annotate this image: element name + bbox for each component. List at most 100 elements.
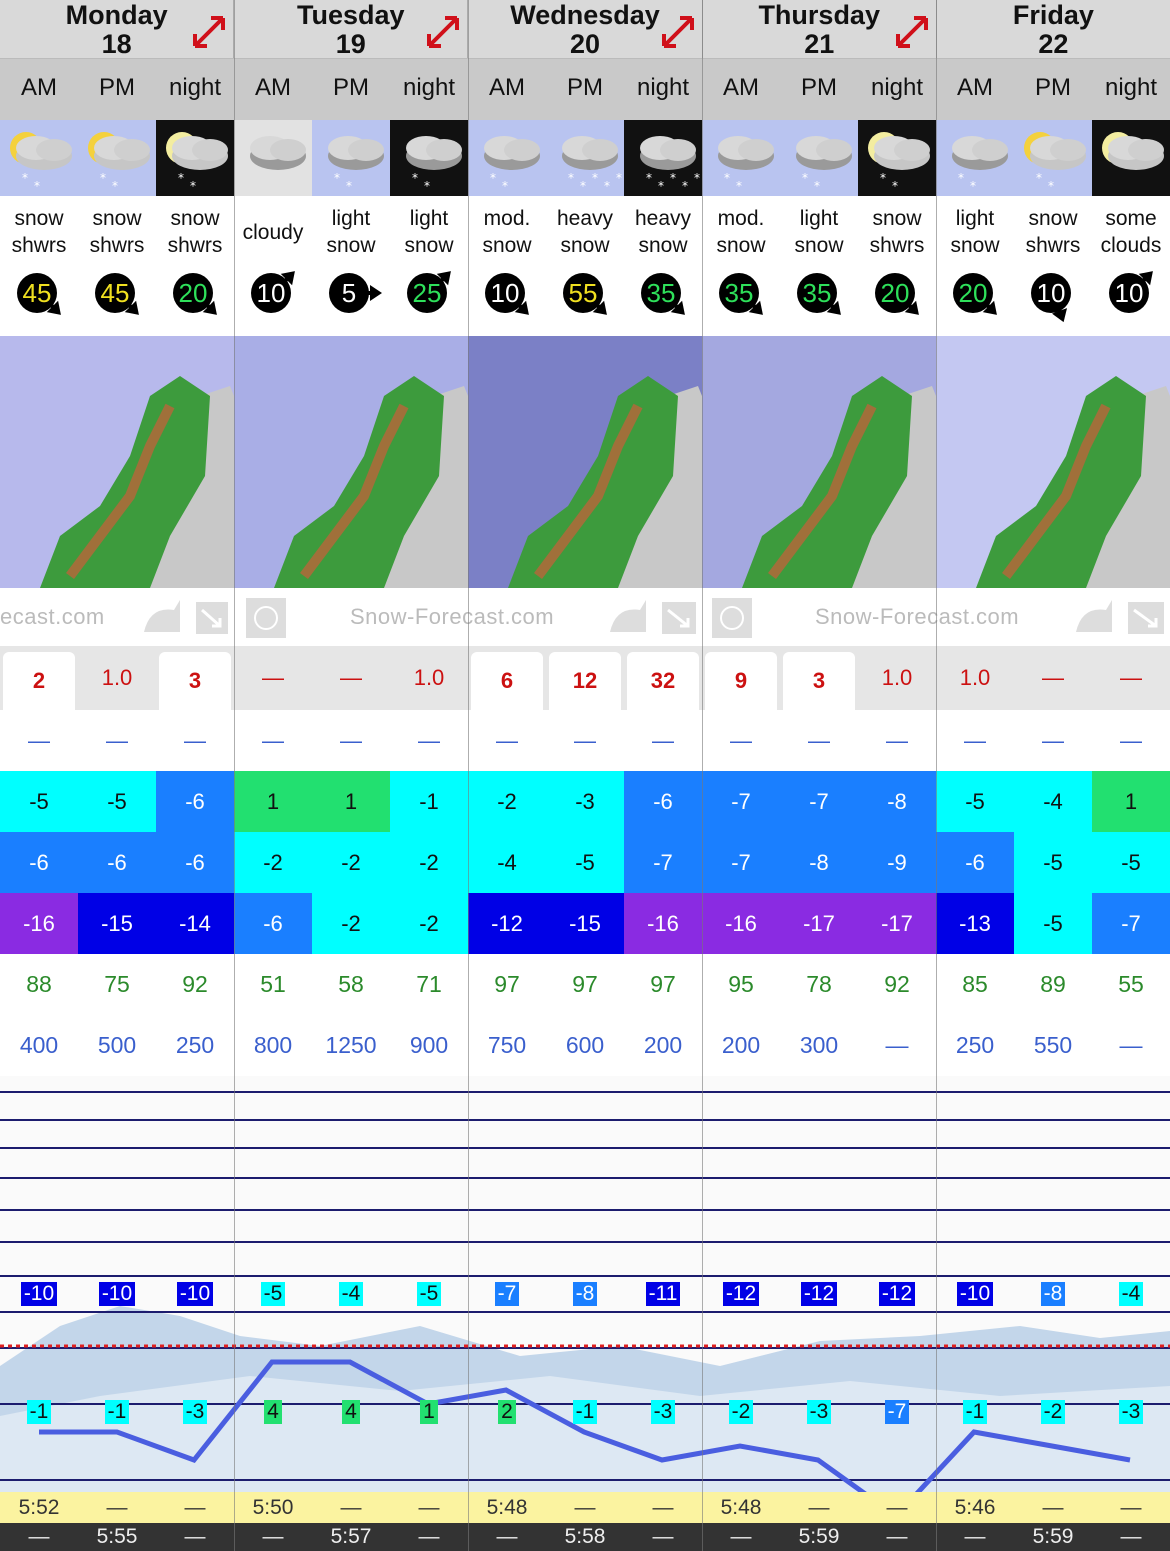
svg-text:*: * <box>190 179 196 193</box>
rain-amount-row: — — — — — — — — — — — — — — — <box>0 710 1170 771</box>
svg-text:*: * <box>346 179 352 193</box>
wind-chill: -13 <box>936 893 1014 954</box>
svg-text:*: * <box>568 171 574 185</box>
weather-description: light snow <box>780 196 858 268</box>
snow-amount: 2 <box>3 652 75 710</box>
freezing-level-value: 600 <box>565 1032 605 1058</box>
sunset-row: — 5:55 — — 5:57 — — 5:58 — — 5:59 — — 5:59 — <box>0 1523 1170 1551</box>
humidity-value: 78 <box>806 971 832 997</box>
svg-text:*: * <box>658 179 664 193</box>
wind-indicator: 45 <box>78 262 156 328</box>
wind-indicator: 10 <box>468 262 546 328</box>
snow-amount: 9 <box>705 652 777 710</box>
period-label: PM <box>333 74 369 101</box>
wind-arrow-icon: 10 <box>1031 273 1071 323</box>
period-label: night <box>636 74 690 101</box>
max-temp: -5 <box>0 771 78 832</box>
freezing-level-value: 800 <box>253 1032 293 1058</box>
upper-temp-tags: -10 -10 -10 -5 -4 -5 -7 -8 -11 -12 -12 -12 -10 -8 -4 <box>0 1282 1170 1310</box>
rain-amount: — <box>184 728 206 753</box>
period-label: night <box>1104 74 1158 101</box>
snow-map[interactable] <box>702 336 936 588</box>
svg-text:*: * <box>502 179 508 193</box>
period-label: PM <box>1035 74 1071 101</box>
min-temp: -7 <box>624 832 702 893</box>
min-temp: -9 <box>858 832 936 893</box>
wind-arrow-icon: 10 <box>485 273 529 315</box>
svg-text:*: * <box>736 179 742 193</box>
svg-text:*: * <box>616 171 622 185</box>
description-line: snow <box>1028 207 1078 230</box>
day-column-separator <box>234 0 235 1551</box>
humidity-value: 58 <box>338 971 364 997</box>
rain-amount: — <box>496 728 518 753</box>
expand-icon[interactable] <box>660 14 696 50</box>
lower-temp-tag: -3 <box>806 1400 832 1424</box>
wind-arrow-icon: 45 <box>17 273 61 315</box>
min-temp: -6 <box>156 832 234 893</box>
upper-temp-tag: -5 <box>260 1282 286 1306</box>
snow-amount: 1.0 <box>959 665 991 690</box>
humidity-value: 88 <box>26 971 52 997</box>
period-label: PM <box>567 74 603 101</box>
lower-temp-tag: -2 <box>1040 1400 1066 1424</box>
weather-description: snow shwrs <box>0 196 78 268</box>
wind-arrow-icon: 35 <box>641 273 685 315</box>
snowflake-icon <box>712 598 752 638</box>
snow-map[interactable] <box>234 336 468 588</box>
lower-temp-tag: -1 <box>104 1400 130 1424</box>
upper-temp-tag: -10 <box>176 1282 214 1306</box>
lower-temp-tag: -7 <box>884 1400 910 1424</box>
day-name: Friday <box>1012 0 1094 30</box>
wind-indicator: 10 <box>1092 262 1170 328</box>
rain-amount: — <box>574 728 596 753</box>
wind-speed: 55 <box>569 278 598 308</box>
min-temp: -5 <box>546 832 624 893</box>
wind-chill: -5 <box>1014 893 1092 954</box>
svg-text:*: * <box>670 171 676 185</box>
upper-temp-cell: -8 <box>546 1282 624 1310</box>
weather-description-text: light snow <box>404 205 453 259</box>
svg-text:*: * <box>682 179 688 193</box>
sunset-time: — <box>28 1525 50 1548</box>
period-label: AM <box>957 74 993 101</box>
snow-map[interactable] <box>468 336 702 588</box>
min-temp: -7 <box>702 832 780 893</box>
freezing-level-value: 550 <box>1033 1032 1073 1058</box>
wind-chill: -16 <box>702 893 780 954</box>
snow-amount: 1.0 <box>101 665 133 690</box>
weather-description-text: light snow <box>326 205 375 259</box>
weather-description: snow shwrs <box>1014 196 1092 268</box>
period-label: night <box>402 74 456 101</box>
cloud-icon <box>1076 600 1164 634</box>
upper-temp-cell: -12 <box>702 1282 780 1310</box>
description-line: shwrs <box>89 234 145 257</box>
freezing-level-value: — <box>1119 1032 1143 1058</box>
freezing-level-value: 300 <box>799 1032 839 1058</box>
weather-description-text: mod. snow <box>482 205 531 259</box>
snow-amount: 32 <box>627 652 699 710</box>
description-line: heavy <box>634 207 692 230</box>
snow-amount: — <box>340 665 362 690</box>
expand-icon[interactable] <box>191 14 227 50</box>
wind-arrow-icon: 35 <box>797 273 841 315</box>
description-line: snow <box>482 234 532 257</box>
snow-map[interactable] <box>0 336 234 588</box>
lower-temp-tag: -1 <box>572 1400 598 1424</box>
upper-temp-cell: -10 <box>78 1282 156 1310</box>
upper-temp-tag: -12 <box>722 1282 760 1306</box>
overcast-heavy-snow-night-icon: * * * * * <box>624 120 702 196</box>
expand-icon[interactable] <box>894 14 930 50</box>
cloud-icon <box>144 600 228 634</box>
svg-text:*: * <box>694 171 700 185</box>
snow-map[interactable] <box>936 336 1170 588</box>
expand-icon[interactable] <box>425 14 461 50</box>
freezing-level-value: 750 <box>487 1032 527 1058</box>
description-line: snow <box>950 234 1000 257</box>
min-temp-row: -6 -6 -6 -2 -2 -2 -4 -5 -7 -7 -8 -9 -6 -5 -5 <box>0 832 1170 893</box>
svg-text:*: * <box>592 171 598 185</box>
freezing-level-value: 1250 <box>325 1032 377 1058</box>
upper-temp-cell: -11 <box>624 1282 702 1310</box>
day-header: Wednesday 20 <box>468 0 703 59</box>
description-line: light <box>799 207 839 230</box>
